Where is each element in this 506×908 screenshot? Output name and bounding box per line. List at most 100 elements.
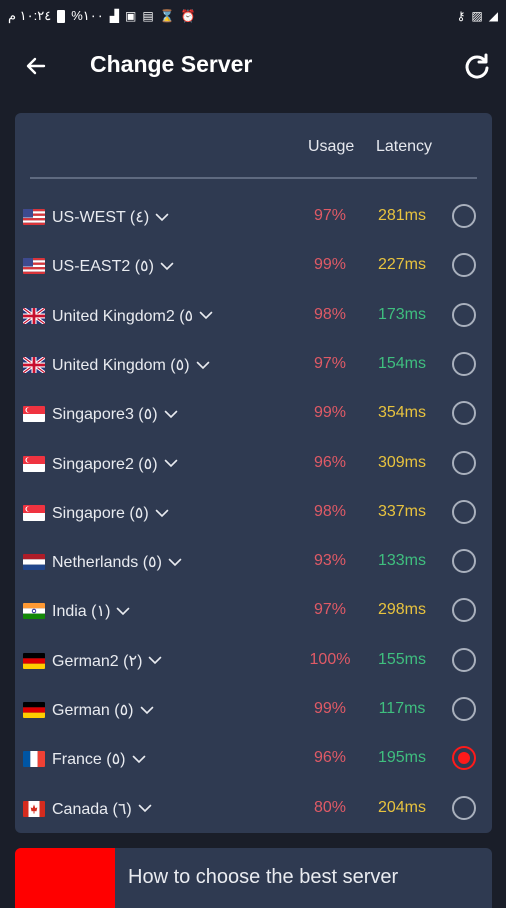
server-select-radio[interactable] bbox=[452, 549, 476, 574]
server-usage: 80% bbox=[313, 798, 347, 816]
server-select-radio[interactable] bbox=[452, 647, 476, 672]
server-name-label: US-WEST (٤) bbox=[52, 209, 150, 226]
server-name-label: Canada (٦) bbox=[52, 800, 132, 818]
latency-column-header: Latency bbox=[376, 138, 433, 155]
flag-ca-icon bbox=[23, 800, 45, 817]
server-usage: 100% bbox=[309, 650, 351, 668]
chevron-down-icon[interactable] bbox=[155, 505, 169, 523]
notification-icon: ▣ bbox=[124, 9, 137, 23]
server-row[interactable]: France (٥) 96% 195ms bbox=[15, 735, 492, 784]
server-select-radio[interactable] bbox=[452, 253, 476, 278]
server-row[interactable]: Netherlands (٥) 93% 133ms bbox=[15, 538, 492, 587]
server-select-radio[interactable] bbox=[452, 302, 476, 327]
chevron-down-icon[interactable] bbox=[160, 258, 174, 276]
server-row[interactable]: United Kingdom (٥) 97% 154ms bbox=[15, 341, 492, 390]
server-select-radio[interactable] bbox=[452, 746, 476, 771]
server-usage: 97% bbox=[313, 207, 347, 224]
server-name[interactable]: Netherlands (٥) bbox=[52, 552, 182, 572]
server-row[interactable]: German2 (٢) 100% 155ms bbox=[15, 637, 492, 686]
server-name[interactable]: United Kingdom (٥) bbox=[52, 355, 210, 375]
flag-in-icon bbox=[23, 603, 45, 620]
server-usage: 98% bbox=[313, 502, 347, 520]
key-icon: ⚷ bbox=[456, 9, 466, 23]
server-latency: 154ms bbox=[377, 354, 427, 372]
server-name[interactable]: US-EAST2 (٥) bbox=[52, 256, 174, 276]
server-usage: 93% bbox=[313, 552, 347, 570]
server-select-radio[interactable] bbox=[452, 598, 476, 623]
usage-column-header: Usage bbox=[308, 138, 355, 155]
refresh-icon bbox=[465, 53, 489, 79]
help-banner[interactable]: How to choose the best server bbox=[15, 848, 492, 908]
server-name-label: Singapore (٥) bbox=[52, 504, 149, 522]
chevron-down-icon[interactable] bbox=[199, 307, 213, 325]
server-usage: 99% bbox=[313, 256, 347, 274]
chevron-down-icon[interactable] bbox=[132, 751, 146, 769]
server-name[interactable]: German (٥) bbox=[52, 700, 154, 720]
app-icon: ▤ bbox=[142, 9, 154, 23]
flag-us-icon bbox=[23, 258, 45, 275]
banner-thumbnail bbox=[15, 848, 115, 908]
server-name[interactable]: Canada (٦) bbox=[52, 799, 152, 819]
banner-text: How to choose the best server bbox=[128, 866, 399, 888]
flag-us-icon bbox=[23, 209, 45, 225]
server-row[interactable]: Singapore3 (٥) 99% 354ms bbox=[15, 390, 492, 439]
server-name[interactable]: India (١) bbox=[52, 601, 130, 621]
flag-de-icon bbox=[23, 652, 45, 669]
server-name[interactable]: United Kingdom2 (٥ bbox=[52, 306, 213, 326]
server-select-radio[interactable] bbox=[452, 499, 476, 524]
server-row[interactable]: India (١) 97% 298ms bbox=[15, 587, 492, 636]
battery-level: %١٠٠ bbox=[71, 8, 104, 23]
server-name[interactable]: US-WEST (٤) bbox=[52, 207, 169, 227]
flag-nl-icon bbox=[23, 554, 45, 571]
server-name[interactable]: France (٥) bbox=[52, 749, 146, 769]
server-select-radio[interactable] bbox=[452, 351, 476, 376]
server-name-label: United Kingdom2 (٥ bbox=[52, 307, 194, 325]
server-select-radio[interactable] bbox=[452, 450, 476, 475]
server-list-card: Usage Latency US-WEST (٤) 97% 281ms US-EAST… bbox=[15, 113, 492, 833]
status-bar-right: ⚷ ▨ ◢ bbox=[457, 10, 498, 22]
server-select-radio[interactable] bbox=[452, 401, 476, 426]
flag-sg-icon bbox=[23, 406, 45, 423]
chevron-down-icon[interactable] bbox=[140, 702, 154, 720]
chevron-down-icon[interactable] bbox=[116, 603, 130, 621]
server-row[interactable]: US-EAST2 (٥) 99% 227ms bbox=[15, 242, 492, 291]
chevron-down-icon[interactable] bbox=[138, 800, 152, 818]
server-name-label: United Kingdom (٥) bbox=[52, 356, 190, 374]
chevron-down-icon[interactable] bbox=[168, 554, 182, 572]
server-row[interactable]: Singapore (٥) 98% 337ms bbox=[15, 489, 492, 538]
chevron-down-icon[interactable] bbox=[196, 357, 210, 375]
server-latency: 298ms bbox=[377, 601, 427, 619]
server-name[interactable]: Singapore (٥) bbox=[52, 503, 169, 523]
refresh-button[interactable] bbox=[460, 50, 494, 84]
server-usage: 99% bbox=[313, 700, 347, 717]
server-row[interactable]: United Kingdom2 (٥ 98% 173ms bbox=[15, 292, 492, 341]
server-name-label: India (١) bbox=[52, 603, 111, 621]
server-row[interactable]: Canada (٦) 80% 204ms bbox=[15, 785, 492, 834]
chevron-down-icon[interactable] bbox=[155, 209, 169, 227]
server-name[interactable]: Singapore3 (٥) bbox=[52, 404, 178, 424]
server-select-radio[interactable] bbox=[452, 697, 476, 721]
server-select-radio[interactable] bbox=[452, 204, 476, 228]
status-bar: ١٠:٢٤ م %١٠٠ ▟ ▣ ▤ ⌛ ⏰ ⚷ ▨ ◢ bbox=[0, 0, 506, 32]
server-usage: 96% bbox=[313, 453, 347, 471]
server-row[interactable]: German (٥) 99% 117ms bbox=[15, 686, 492, 735]
server-select-radio[interactable] bbox=[452, 795, 476, 820]
server-latency: 227ms bbox=[377, 256, 427, 274]
signal-icon: ▟ bbox=[109, 9, 119, 23]
status-bar-left: ١٠:٢٤ م %١٠٠ ▟ ▣ ▤ ⌛ ⏰ bbox=[8, 8, 196, 24]
server-usage: 98% bbox=[313, 305, 347, 323]
chevron-down-icon[interactable] bbox=[164, 455, 178, 473]
server-name[interactable]: Singapore2 (٥) bbox=[52, 454, 178, 474]
server-name[interactable]: German2 (٢) bbox=[52, 651, 162, 671]
server-latency: 155ms bbox=[377, 650, 427, 668]
server-row[interactable]: US-WEST (٤) 97% 281ms bbox=[15, 193, 492, 242]
server-latency: 133ms bbox=[377, 552, 427, 570]
flag-sg-icon bbox=[23, 455, 45, 472]
server-name-label: Netherlands (٥) bbox=[52, 554, 162, 572]
server-row[interactable]: Singapore2 (٥) 96% 309ms bbox=[15, 440, 492, 489]
back-button[interactable] bbox=[20, 50, 52, 82]
hourglass-icon: ⌛ bbox=[159, 9, 175, 23]
chevron-down-icon[interactable] bbox=[148, 652, 162, 670]
chevron-down-icon[interactable] bbox=[164, 406, 178, 424]
flag-uk-icon bbox=[23, 307, 45, 324]
